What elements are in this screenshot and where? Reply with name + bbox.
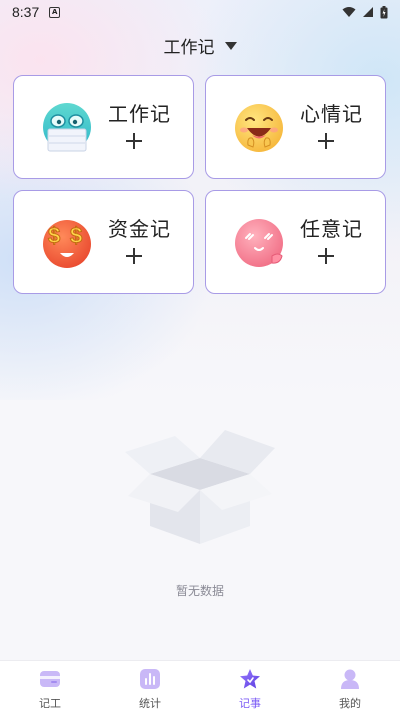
- card-money-journal[interactable]: $ $ 资金记: [13, 190, 194, 294]
- card-label: 任意记: [300, 217, 363, 241]
- open-box-icon: [125, 430, 275, 544]
- tab-notes[interactable]: 记事: [200, 661, 300, 712]
- user-icon: [341, 669, 359, 689]
- plus-icon[interactable]: [318, 245, 340, 267]
- grinning-face-emoji-icon: [235, 104, 283, 152]
- wifi-icon: [342, 7, 356, 17]
- money-face-emoji-icon: $ $: [43, 220, 91, 268]
- plus-icon[interactable]: [126, 245, 148, 267]
- tab-label: 记工: [39, 697, 61, 710]
- caret-down-icon: [224, 42, 237, 50]
- tab-label: 统计: [139, 697, 161, 710]
- notification-icon: A: [49, 6, 61, 18]
- tab-work[interactable]: 记工: [0, 661, 100, 712]
- wallet-icon: [40, 671, 60, 687]
- star-icon: [240, 669, 260, 689]
- status-icons: [342, 5, 388, 19]
- journal-type-selector[interactable]: 工作记: [0, 30, 400, 60]
- card-label: 资金记: [108, 217, 171, 241]
- blushing-face-emoji-icon: [235, 219, 283, 267]
- tab-label: 记事: [239, 697, 261, 710]
- tab-profile[interactable]: 我的: [300, 661, 400, 712]
- svg-text:$: $: [70, 223, 82, 248]
- status-bar: 8:37 A: [0, 0, 400, 24]
- card-label: 工作记: [108, 102, 171, 126]
- signal-icon: [363, 7, 373, 17]
- battery-icon: [380, 5, 388, 18]
- card-mood-journal[interactable]: 心情记: [205, 75, 386, 179]
- plus-icon[interactable]: [318, 130, 340, 152]
- card-label: 心情记: [300, 102, 363, 126]
- plus-icon[interactable]: [126, 130, 148, 152]
- svg-text:$: $: [48, 223, 60, 248]
- tab-label: 我的: [339, 697, 361, 710]
- card-work-journal[interactable]: 工作记: [13, 75, 194, 179]
- bottom-tab-bar: 记工 统计 记事 我的: [0, 660, 400, 712]
- empty-state-text: 暂无数据: [175, 584, 224, 598]
- card-any-journal[interactable]: 任意记: [205, 190, 386, 294]
- bar-chart-icon: [140, 669, 160, 689]
- page-title: 工作记: [163, 37, 215, 58]
- tab-stats[interactable]: 统计: [100, 661, 200, 712]
- masked-face-emoji-icon: [43, 103, 91, 152]
- status-time: 8:37: [12, 4, 40, 20]
